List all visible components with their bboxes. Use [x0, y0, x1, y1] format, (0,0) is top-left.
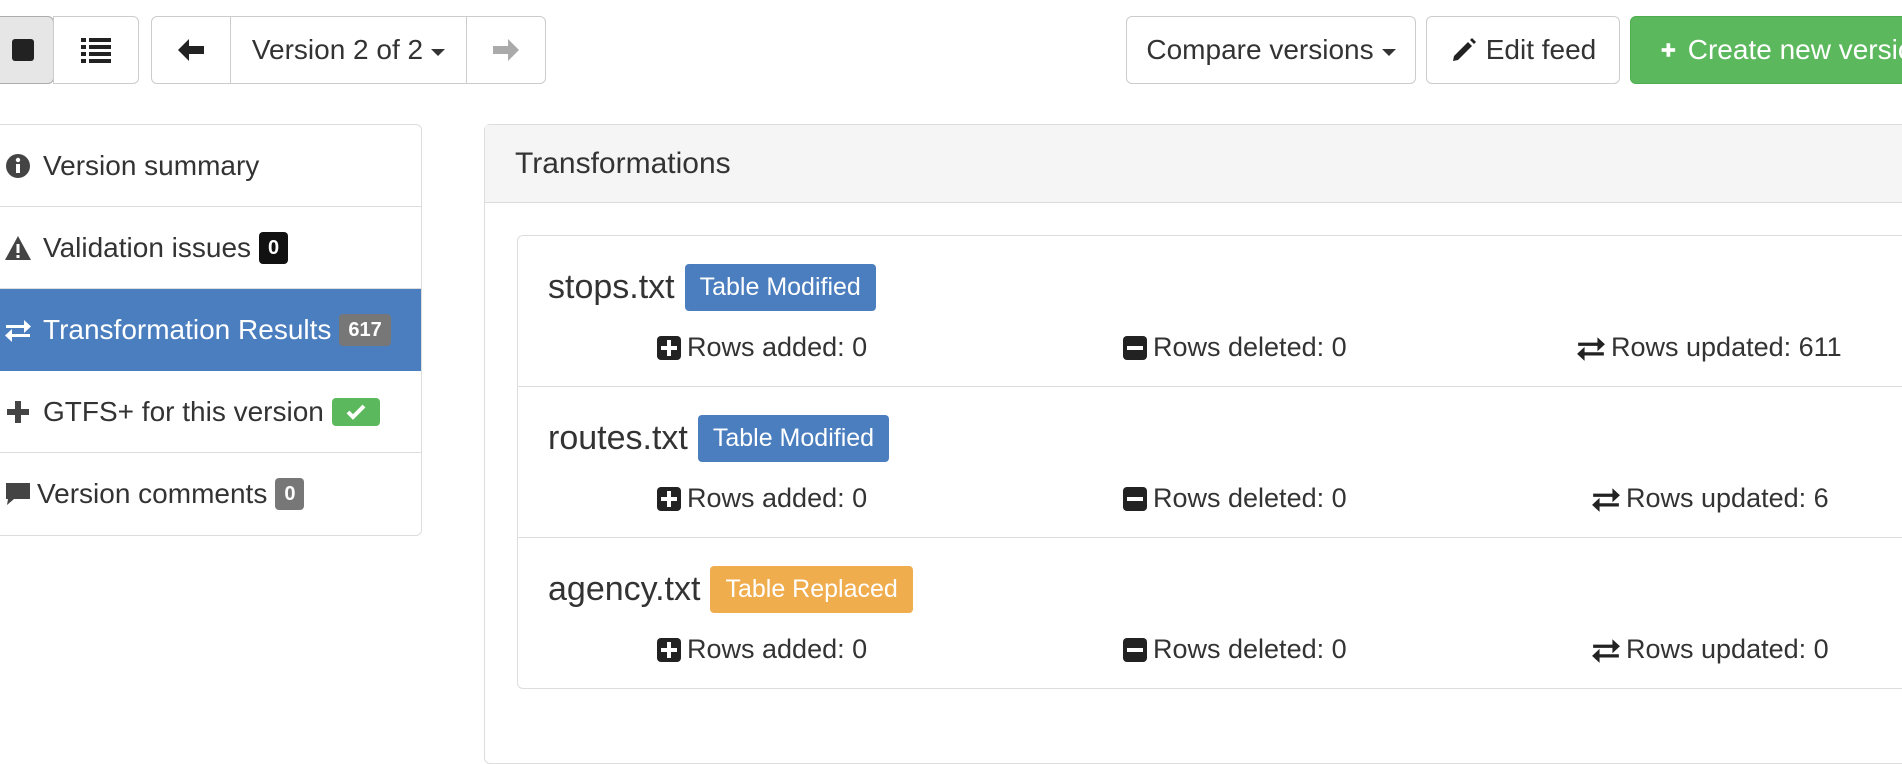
- sidebar-item-transformation-results[interactable]: Transformation Results 617: [0, 289, 421, 371]
- plus-icon: [1661, 43, 1676, 57]
- square-icon: [12, 39, 34, 61]
- version-dropdown-button[interactable]: Version 2 of 2: [230, 16, 467, 84]
- caret-down-icon: [431, 48, 446, 56]
- pencil-icon: [1452, 38, 1476, 61]
- minus-square-icon: [1123, 637, 1147, 662]
- rows-added: Rows added: 0: [687, 483, 868, 513]
- gtfs-plus-status-badge: [331, 397, 380, 426]
- rows-added: Rows added: 0: [687, 332, 868, 362]
- rows-added: Rows added: 0: [687, 634, 868, 664]
- rows-deleted: Rows deleted: 0: [1153, 483, 1347, 513]
- create-label: Create new version: [1687, 34, 1902, 65]
- status-badge: Table Replaced: [710, 566, 913, 613]
- caret-down-icon: [1381, 48, 1396, 56]
- issues-count-badge: 0: [259, 231, 289, 264]
- rows-updated: Rows updated: 0: [1626, 634, 1829, 664]
- sidebar-item-version-summary[interactable]: Version summary: [0, 125, 421, 207]
- sidebar-item-validation-issues[interactable]: Validation issues 0: [0, 207, 421, 289]
- sidebar-item-label: Version summary: [43, 149, 260, 181]
- edit-feed-button[interactable]: Edit feed: [1426, 16, 1620, 84]
- rows-deleted: Rows deleted: 0: [1153, 634, 1347, 664]
- panel-title: Transformations: [485, 125, 1902, 203]
- view-square-button[interactable]: [0, 16, 54, 84]
- plus-icon: [3, 397, 33, 427]
- compare-label: Compare versions: [1146, 34, 1374, 65]
- list-icon: [81, 38, 111, 63]
- plus-square-icon: [657, 335, 681, 360]
- sidebar-item-label: Version comments: [37, 478, 268, 509]
- exchange-icon: [1592, 487, 1620, 512]
- list-item: routes.txt Table Modified Rows added: 0 …: [518, 387, 1902, 538]
- list-item: agency.txt Table Replaced Rows added: 0 …: [518, 538, 1902, 688]
- rows-updated: Rows updated: 611: [1611, 332, 1842, 362]
- sidebar-item-label: Validation issues: [43, 231, 252, 263]
- previous-version-button[interactable]: [151, 16, 231, 84]
- version-sidebar: Version summary Validation issues 0 Tran…: [0, 124, 422, 536]
- compare-versions-button[interactable]: Compare versions: [1126, 16, 1416, 84]
- plus-square-icon: [657, 486, 681, 511]
- table-file-name: stops.txt: [548, 268, 675, 306]
- view-list-button[interactable]: [53, 16, 139, 84]
- exchange-icon: [1577, 336, 1605, 361]
- table-file-name: agency.txt: [548, 570, 701, 608]
- info-circle-icon: [3, 151, 33, 181]
- exchange-icon: [1592, 638, 1620, 663]
- table-file-name: routes.txt: [548, 419, 688, 457]
- transformations-panel: Transformations stops.txt Table Modified…: [484, 124, 1902, 764]
- comments-count-badge: 0: [275, 478, 305, 510]
- status-badge: Table Modified: [697, 415, 890, 462]
- status-badge: Table Modified: [684, 264, 876, 311]
- create-new-version-button[interactable]: Create new version: [1630, 16, 1902, 84]
- arrow-right-icon: [493, 39, 519, 61]
- transformation-count-badge: 617: [339, 313, 391, 346]
- plus-square-icon: [657, 637, 681, 662]
- sidebar-item-version-comments[interactable]: Version comments 0: [0, 453, 421, 535]
- rows-updated: Rows updated: 6: [1626, 483, 1829, 513]
- minus-square-icon: [1123, 486, 1147, 511]
- sidebar-item-label: Transformation Results: [43, 313, 332, 345]
- check-icon: [346, 404, 366, 420]
- minus-square-icon: [1123, 335, 1147, 360]
- transformation-list: stops.txt Table Modified Rows added: 0 R…: [517, 235, 1902, 689]
- next-version-button[interactable]: [466, 16, 546, 84]
- exchange-icon: [3, 315, 33, 345]
- version-label: Version 2 of 2: [251, 34, 424, 65]
- arrow-left-icon: [178, 39, 204, 61]
- warning-icon: [3, 233, 33, 263]
- list-item: stops.txt Table Modified Rows added: 0 R…: [518, 236, 1902, 387]
- rows-deleted: Rows deleted: 0: [1153, 332, 1347, 362]
- comment-icon: [3, 479, 33, 509]
- edit-label: Edit feed: [1485, 34, 1597, 65]
- sidebar-item-label: GTFS+ for this version: [43, 395, 324, 427]
- sidebar-item-gtfs-plus[interactable]: GTFS+ for this version: [0, 371, 421, 453]
